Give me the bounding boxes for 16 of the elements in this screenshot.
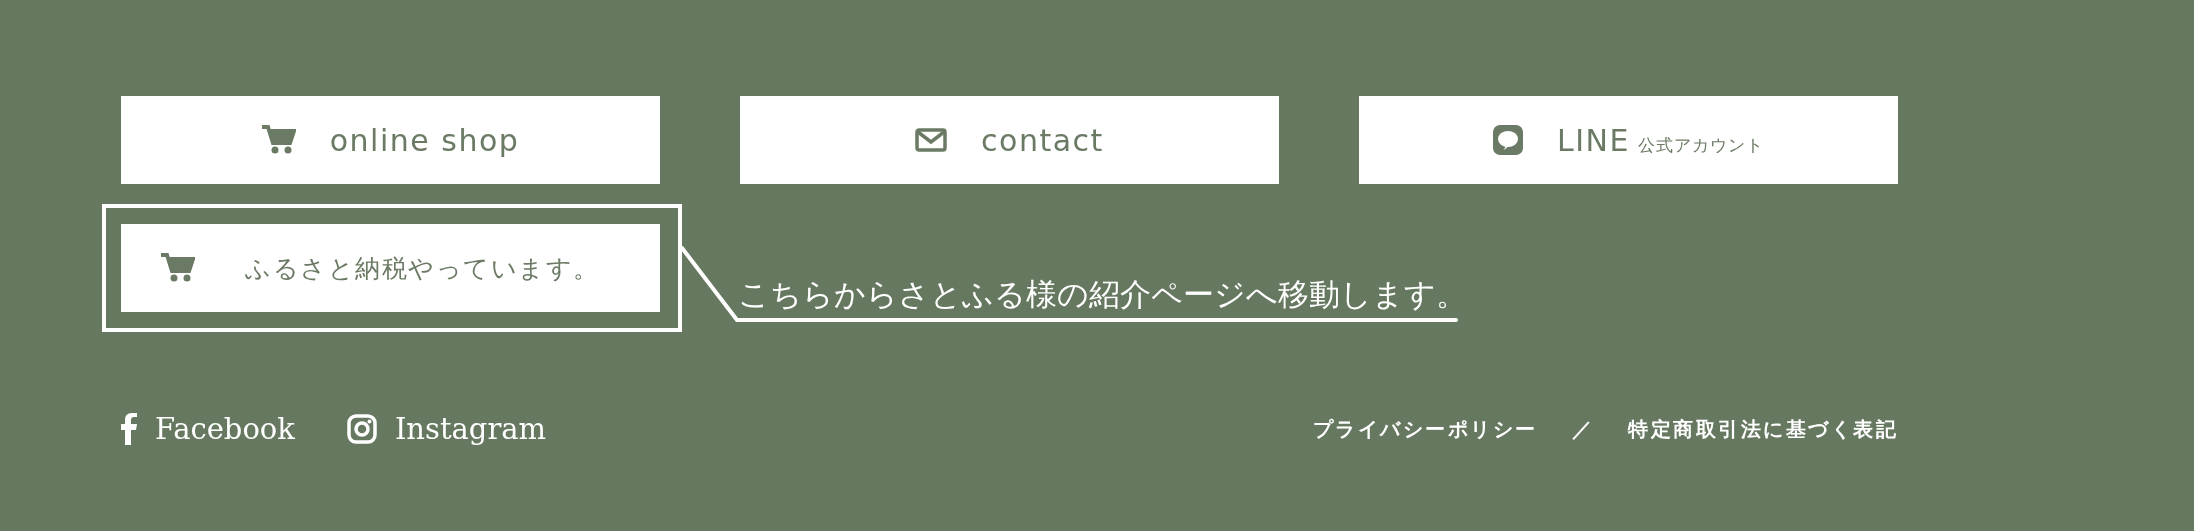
footer-link[interactable]: 特定商取引法に基づく表記 [1628,415,1898,443]
social-link[interactable]: Instagram [346,412,547,446]
cart-icon [261,125,296,155]
separator: ／ [1571,415,1594,443]
cart-icon [161,253,196,283]
footer-link[interactable]: プライバシーポリシー [1312,415,1538,443]
link-button[interactable]: ふるさと納税やっています。 [121,224,660,312]
envelope-icon [915,128,948,152]
link-button[interactable]: contact [740,96,1279,184]
link-button[interactable]: LINE 公式アカウント [1359,96,1898,184]
link-button[interactable]: online shop [121,96,660,184]
chat-bubble-icon [1493,125,1523,155]
social-link[interactable]: Facebook [121,412,295,446]
facebook-icon [121,413,137,445]
callout-text: こちらからさとふる様の紹介ページへ移動します。 [738,275,1467,314]
instagram-icon [346,414,377,444]
